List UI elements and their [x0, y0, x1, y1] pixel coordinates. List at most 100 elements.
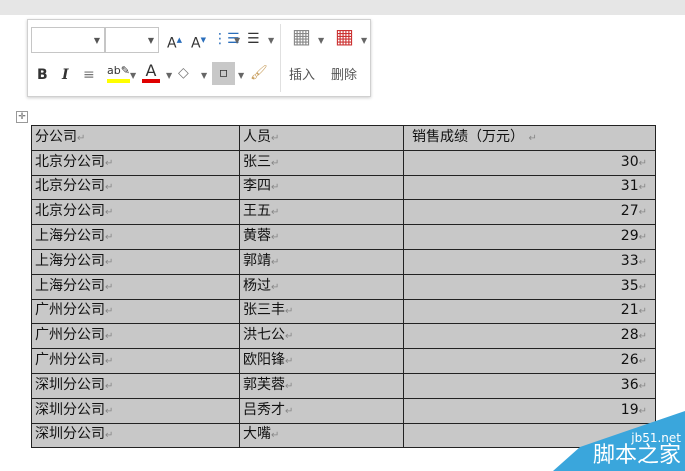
- table-row: 深圳分公司↵ 郭芙蓉↵ 36↵: [31, 372, 656, 399]
- chevron-down-icon[interactable]: ▼: [268, 36, 274, 45]
- table-cell[interactable]: 27↵: [403, 199, 656, 226]
- chevron-down-icon[interactable]: ▼: [238, 71, 244, 80]
- paragraph-mark: ↵: [271, 157, 280, 169]
- table-cell[interactable]: 33↵: [403, 248, 656, 275]
- table-cell[interactable]: 郭芙蓉↵: [239, 372, 404, 399]
- table-row: 广州分公司↵ 欧阳锋↵ 26↵: [31, 348, 656, 374]
- table-cell[interactable]: 王五↵: [239, 199, 404, 226]
- cell-text: 郭芙蓉: [243, 376, 285, 393]
- table-row: 广州分公司↵ 张三丰↵ 21↵: [31, 298, 656, 325]
- table-cell[interactable]: 广州分公司↵: [31, 298, 240, 325]
- cell-text: 广州分公司: [35, 327, 105, 344]
- table-cell[interactable]: 欧阳锋↵: [239, 348, 404, 374]
- table-cell[interactable]: 30↵: [403, 149, 656, 176]
- table-cell[interactable]: 31↵: [403, 174, 656, 201]
- table-cell[interactable]: 36↵: [403, 372, 656, 399]
- table-row: 北京分公司↵ 李四↵ 31↵: [31, 174, 656, 201]
- cell-text: 上海分公司: [35, 252, 105, 269]
- bold-icon[interactable]: B: [37, 67, 48, 83]
- table-row: 上海分公司↵ 杨过↵ 35↵: [31, 273, 656, 300]
- format-painter-icon[interactable]: 🖌: [250, 65, 268, 81]
- cell-text: 大嘴: [243, 426, 271, 443]
- table-cell[interactable]: 李四↵: [239, 174, 404, 201]
- table-cell[interactable]: 26↵: [403, 348, 656, 374]
- header-cell[interactable]: 分公司↵: [31, 125, 240, 151]
- paragraph-mark: ↵: [638, 232, 647, 244]
- cell-text: 广州分公司: [35, 352, 105, 369]
- table-cell[interactable]: 郭靖↵: [239, 248, 404, 275]
- grow-font-icon[interactable]: A▲: [167, 32, 182, 52]
- table-cell[interactable]: 张三↵: [239, 149, 404, 176]
- italic-icon[interactable]: I: [62, 67, 69, 83]
- table-cell[interactable]: 杨过↵: [239, 273, 404, 300]
- cell-text: 北京分公司: [35, 203, 105, 220]
- cell-text: 33: [620, 252, 639, 269]
- table-cell[interactable]: 上海分公司↵: [31, 248, 240, 275]
- cell-text: 王五: [243, 203, 271, 220]
- table-cell[interactable]: 深圳分公司↵: [31, 422, 240, 449]
- table-cell[interactable]: 张三丰↵: [239, 298, 404, 325]
- chevron-down-icon[interactable]: ▼: [201, 71, 207, 80]
- table-cell[interactable]: 洪七公↵: [239, 323, 404, 350]
- cell-text: 深圳分公司: [35, 426, 105, 443]
- borders-icon[interactable]: ▫: [212, 62, 235, 85]
- delete-button[interactable]: 删除: [331, 64, 357, 83]
- table-move-handle-icon[interactable]: ✛: [16, 111, 28, 123]
- chevron-down-icon[interactable]: ▼: [361, 36, 367, 45]
- cell-text: 洪七公: [243, 327, 285, 344]
- cell-text: 张三: [243, 153, 271, 170]
- paragraph-mark: ↵: [105, 182, 114, 194]
- chevron-down-icon[interactable]: ▼: [234, 36, 240, 45]
- delete-table-icon[interactable]: ▦: [335, 26, 354, 46]
- table-cell[interactable]: 上海分公司↵: [31, 224, 240, 250]
- table-row: 上海分公司↵ 黄蓉↵ 29↵: [31, 224, 656, 250]
- table-cell[interactable]: 35↵: [403, 273, 656, 300]
- cell-text: 北京分公司: [35, 178, 105, 195]
- paragraph-mark: ↵: [638, 256, 647, 268]
- chevron-down-icon[interactable]: ▼: [318, 36, 324, 45]
- cell-text: 35: [620, 277, 639, 294]
- table-cell[interactable]: 黄蓉↵: [239, 224, 404, 250]
- insert-table-icon[interactable]: ▦: [292, 26, 311, 46]
- table-cell[interactable]: 深圳分公司↵: [31, 397, 240, 424]
- table-cell[interactable]: 北京分公司↵: [31, 174, 240, 201]
- font-name-select[interactable]: ▼: [31, 27, 105, 53]
- table-cell[interactable]: 29↵: [403, 224, 656, 250]
- table-cell[interactable]: 大嘴↵: [239, 422, 404, 449]
- shrink-font-icon[interactable]: A▼: [191, 32, 206, 52]
- chevron-down-icon[interactable]: ▼: [166, 71, 172, 80]
- numbering-icon[interactable]: ☰: [247, 31, 260, 47]
- table-cell[interactable]: 28↵: [403, 323, 656, 350]
- paragraph-mark: ↵: [105, 306, 114, 318]
- paragraph-mark: ↵: [638, 405, 647, 417]
- cell-text: 北京分公司: [35, 153, 105, 170]
- table-cell[interactable]: 21↵: [403, 298, 656, 325]
- font-color-icon[interactable]: A: [142, 63, 160, 83]
- sales-table: 分公司↵ 人员↵ 销售成绩（万元） ↵ 北京分公司↵ 张三↵ 30↵ 北京分公司↵ 李四…: [31, 125, 656, 449]
- highlight-icon[interactable]: ab✎: [107, 63, 130, 83]
- table-row: 深圳分公司↵大嘴↵↵: [31, 422, 656, 449]
- font-size-select[interactable]: ▼: [105, 27, 159, 53]
- shading-icon[interactable]: ◇: [178, 65, 189, 81]
- table-row: 深圳分公司↵ 吕秀才↵ 19↵: [31, 397, 656, 424]
- table-cell[interactable]: 深圳分公司↵: [31, 372, 240, 399]
- insert-button[interactable]: 插入: [289, 64, 315, 83]
- table-cell[interactable]: 19↵: [403, 397, 656, 424]
- paragraph-mark: ↵: [528, 132, 537, 144]
- table-cell[interactable]: 北京分公司↵: [31, 149, 240, 176]
- table-cell[interactable]: 上海分公司↵: [31, 273, 240, 300]
- paragraph-mark: ↵: [271, 430, 280, 442]
- cell-text: 欧阳锋: [243, 352, 285, 369]
- table-cell[interactable]: 广州分公司↵: [31, 348, 240, 374]
- chevron-down-icon[interactable]: ▼: [130, 71, 136, 80]
- paragraph-mark: ↵: [271, 256, 280, 268]
- table-cell[interactable]: 北京分公司↵: [31, 199, 240, 226]
- cell-text: 上海分公司: [35, 277, 105, 294]
- header-cell[interactable]: 销售成绩（万元） ↵: [403, 125, 656, 151]
- center-align-icon[interactable]: ≡: [83, 67, 95, 83]
- table-cell[interactable]: 吕秀才↵: [239, 397, 404, 424]
- cell-text: 深圳分公司: [35, 401, 105, 418]
- header-cell[interactable]: 人员↵: [239, 125, 404, 151]
- paragraph-mark: ↵: [271, 182, 280, 194]
- table-cell[interactable]: 广州分公司↵: [31, 323, 240, 350]
